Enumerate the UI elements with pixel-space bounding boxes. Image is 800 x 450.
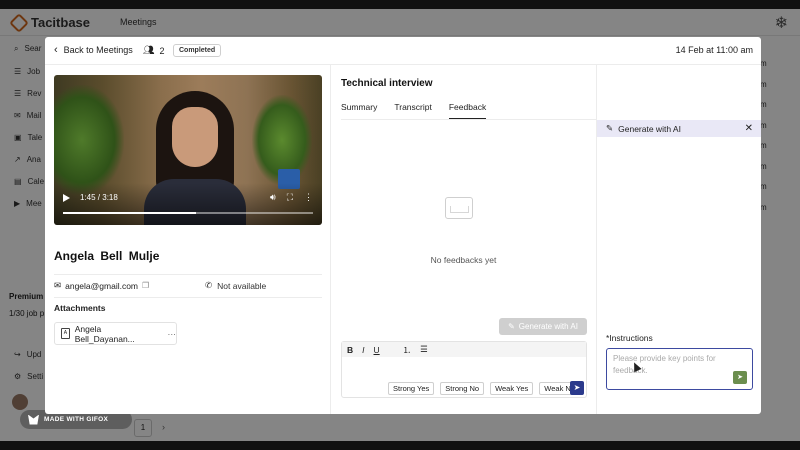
weak-yes-button[interactable]: Weak Yes bbox=[490, 382, 534, 395]
attachments-title: Attachments bbox=[54, 303, 106, 313]
candidate-panel: 1:45 / 3:18 🔊︎ ⛶ ⋮ Angela Bell Mulje ✉ a… bbox=[45, 65, 331, 414]
fullscreen-icon[interactable]: ⛶ bbox=[287, 192, 293, 203]
ai-panel-header: ✎ Generate with AI ✕ bbox=[597, 120, 761, 137]
send-instructions-button[interactable]: ➤ bbox=[733, 371, 747, 384]
candidate-phone: ✆ Not available bbox=[205, 280, 267, 291]
candidate-email: ✉ angela@gmail.com ❐ bbox=[54, 280, 150, 291]
tab-transcript[interactable]: Transcript bbox=[394, 102, 431, 119]
video-player[interactable]: 1:45 / 3:18 🔊︎ ⛶ ⋮ bbox=[54, 75, 322, 225]
tab-summary[interactable]: Summary bbox=[341, 102, 377, 119]
chevron-left-icon: ‹ bbox=[54, 43, 58, 56]
tabs-divider bbox=[341, 119, 596, 120]
users-icon: 👥︎ bbox=[143, 45, 155, 55]
magic-wand-icon: ✎ bbox=[508, 322, 515, 331]
quick-replies: Strong Yes Strong No Weak Yes Weak No bbox=[388, 382, 581, 395]
generate-with-ai-button[interactable]: ✎ Generate with AI bbox=[499, 318, 587, 335]
interview-panel: Technical interview Summary Transcript F… bbox=[331, 65, 596, 414]
magic-wand-icon: ✎ bbox=[606, 123, 614, 133]
ai-panel: ✎ Generate with AI ✕ *Instructions Pleas… bbox=[596, 65, 761, 414]
fox-icon bbox=[28, 414, 39, 425]
send-icon: ➤ bbox=[573, 383, 581, 392]
bold-icon[interactable]: B bbox=[347, 345, 353, 355]
strong-yes-button[interactable]: Strong Yes bbox=[388, 382, 435, 395]
phone-icon: ✆ bbox=[205, 280, 213, 290]
play-icon[interactable] bbox=[63, 193, 70, 202]
video-progress-fill bbox=[63, 212, 196, 214]
meeting-datetime: 14 Feb at 11:00 am bbox=[675, 45, 753, 55]
instructions-label: *Instructions bbox=[606, 333, 653, 343]
copy-icon[interactable]: ❐ bbox=[142, 281, 149, 290]
video-frame-plant bbox=[54, 85, 124, 195]
close-icon[interactable]: ✕ bbox=[745, 123, 753, 134]
ordered-list-icon[interactable]: ⒈ bbox=[403, 344, 412, 356]
divider bbox=[54, 274, 322, 275]
video-progress-bar[interactable] bbox=[63, 212, 313, 214]
participants[interactable]: 👥︎ 2 bbox=[143, 45, 164, 56]
more-horizontal-icon[interactable]: ··· bbox=[168, 329, 177, 339]
bullet-list-icon[interactable]: ☰ bbox=[420, 344, 428, 355]
candidate-name: Angela Bell Mulje bbox=[54, 249, 160, 263]
empty-inbox-icon bbox=[445, 197, 473, 219]
feedback-editor[interactable]: B I U ⒈ ☰ Strong Yes Strong No Weak Yes … bbox=[341, 341, 587, 398]
interview-tabs: Summary Transcript Feedback bbox=[341, 102, 487, 119]
modal-header: ‹ Back to Meetings 👥︎ 2 Completed 14 Feb… bbox=[45, 37, 761, 65]
instructions-placeholder: Please provide key points for feedback. bbox=[613, 354, 716, 375]
tab-feedback[interactable]: Feedback bbox=[448, 102, 487, 119]
mail-icon: ✉ bbox=[54, 280, 62, 290]
send-feedback-button[interactable]: ➤ bbox=[570, 381, 584, 395]
more-vertical-icon[interactable]: ⋮ bbox=[304, 192, 313, 203]
attachment-item[interactable]: A Angela Bell_Dayanan... ··· bbox=[54, 322, 177, 345]
italic-icon[interactable]: I bbox=[362, 345, 364, 355]
send-icon: ➤ bbox=[737, 374, 743, 381]
empty-state-text: No feedbacks yet bbox=[430, 255, 497, 265]
video-controls: 1:45 / 3:18 🔊︎ ⛶ ⋮ bbox=[63, 192, 313, 203]
divider bbox=[54, 297, 322, 298]
volume-icon[interactable]: 🔊︎ bbox=[270, 192, 276, 203]
underline-icon[interactable]: U bbox=[374, 345, 380, 355]
status-badge: Completed bbox=[173, 44, 222, 57]
back-to-meetings-button[interactable]: ‹ Back to Meetings bbox=[54, 43, 133, 56]
interview-title: Technical interview bbox=[341, 78, 433, 89]
strong-no-button[interactable]: Strong No bbox=[440, 382, 485, 395]
instructions-input[interactable]: Please provide key points for feedback. … bbox=[606, 348, 753, 390]
video-time: 1:45 / 3:18 bbox=[80, 193, 118, 202]
editor-toolbar: B I U ⒈ ☰ bbox=[342, 342, 586, 357]
meeting-modal: ‹ Back to Meetings 👥︎ 2 Completed 14 Feb… bbox=[45, 37, 761, 414]
pdf-file-icon: A bbox=[61, 328, 70, 339]
